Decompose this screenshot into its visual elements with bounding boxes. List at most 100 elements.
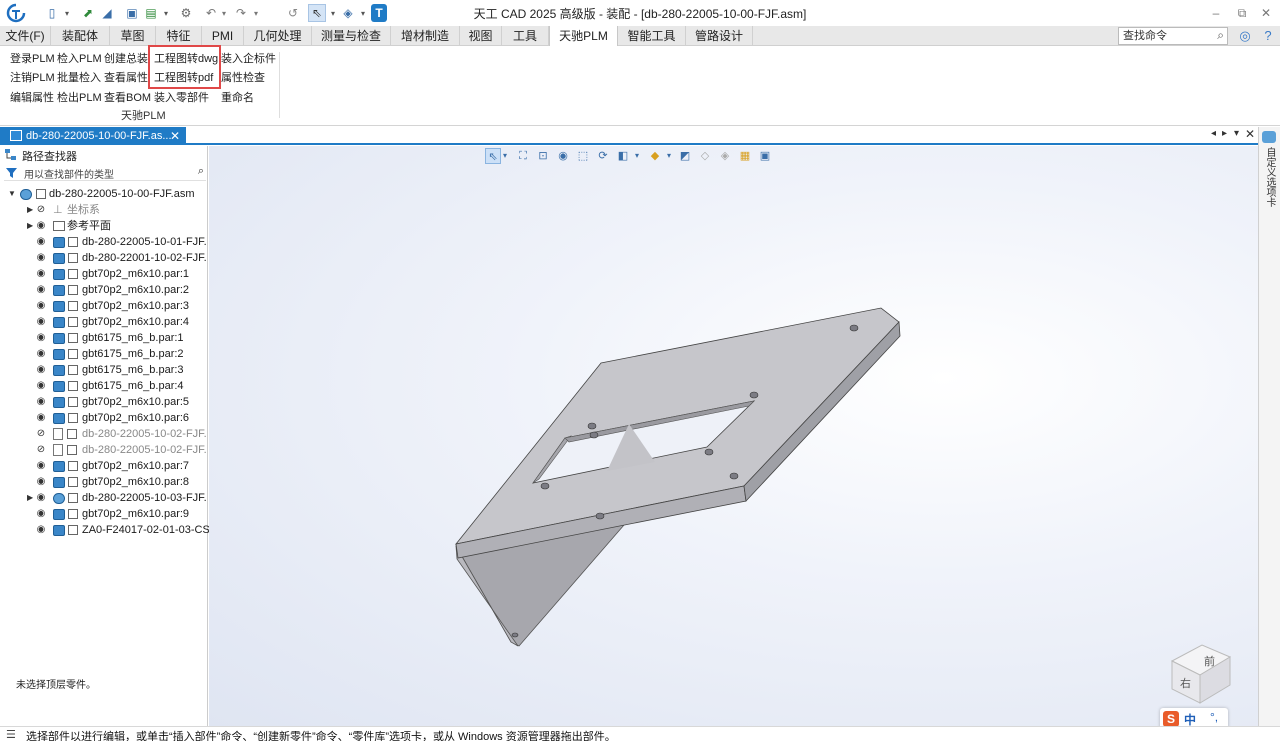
tree-item[interactable]: ◉ gbt70p2_m6x10.par:4 [0, 314, 208, 330]
tree-item[interactable]: ◉ gbt6175_m6_b.par:1 [0, 330, 208, 346]
tree-item[interactable]: ◉ gbt70p2_m6x10.par:7 [0, 458, 208, 474]
tree-item[interactable]: ◉ gbt70p2_m6x10.par:6 [0, 410, 208, 426]
command-search-input[interactable]: 查找命令 [1118, 27, 1228, 45]
tab-additive[interactable]: 增材制造 [391, 26, 460, 46]
view-bom-button[interactable]: 查看BOM [104, 90, 151, 106]
custom-tab-label[interactable]: 自定义选项卡 [1263, 147, 1277, 207]
tree-item[interactable]: ◉ gbt6175_m6_b.par:4 [0, 378, 208, 394]
visibility-eye-icon[interactable]: ◉ [35, 362, 47, 378]
tree-item[interactable]: ◉ gbt6175_m6_b.par:3 [0, 362, 208, 378]
visibility-eye-icon[interactable]: ◉ [35, 410, 47, 426]
tree-item[interactable]: ◉ gbt70p2_m6x10.par:9 [0, 506, 208, 522]
tree-item[interactable]: ▶ ⊘ ⊥ 坐标系 [0, 202, 208, 218]
document-tab[interactable]: db-280-22005-10-00-FJF.as... ✕ [0, 127, 186, 145]
search-icon[interactable]: ⌕ [1217, 28, 1224, 43]
visibility-eye-icon[interactable]: ◉ [35, 330, 47, 346]
tree-item[interactable]: ◉ gbt70p2_m6x10.par:3 [0, 298, 208, 314]
checkout-plm-button[interactable]: 检出PLM [57, 90, 102, 106]
tree-item[interactable]: ⊘ db-280-22005-10-02-FJF. [0, 442, 208, 458]
tab-feature[interactable]: 特征 [156, 26, 202, 46]
close-window-icon[interactable]: ✕ [1256, 4, 1276, 22]
restore-icon[interactable]: ⧉ [1232, 4, 1252, 22]
link-icon [36, 189, 46, 199]
help-search-icon[interactable]: ◎ [1236, 27, 1254, 45]
tab-tools[interactable]: 工具 [502, 26, 549, 46]
filter-input[interactable]: 用以查找部件的类型 [24, 166, 114, 181]
collapse-icon[interactable]: ▼ [8, 186, 16, 202]
property-check-button[interactable]: 属性检查 [221, 70, 265, 86]
visibility-eye-icon[interactable]: ◉ [35, 282, 47, 298]
tree-item[interactable]: ◉ gbt70p2_m6x10.par:1 [0, 266, 208, 282]
tree-item-label: gbt70p2_m6x10.par:9 [82, 508, 190, 520]
help-icon[interactable]: ? [1259, 27, 1277, 45]
close-all-icon[interactable]: ✕ [1245, 127, 1255, 141]
tree-item[interactable]: ◉ gbt6175_m6_b.par:2 [0, 346, 208, 362]
visibility-eye-icon[interactable]: ⊘ [35, 426, 47, 442]
visibility-eye-icon[interactable]: ◉ [35, 250, 47, 266]
assembly-tree: ▼ db-280-22005-10-00-FJF.asm ▶ ⊘ ⊥ 坐标系 ▶ ◉ 参考平… [0, 186, 210, 538]
tab-sketch[interactable]: 草图 [110, 26, 156, 46]
view-properties-button[interactable]: 查看属性 [104, 70, 148, 86]
tab-view[interactable]: 视图 [460, 26, 502, 46]
visibility-eye-icon[interactable]: ◉ [35, 346, 47, 362]
visibility-eye-icon[interactable]: ◉ [35, 458, 47, 474]
scroll-left-icon[interactable]: ◂ [1211, 128, 1216, 139]
visibility-eye-icon[interactable]: ◉ [35, 266, 47, 282]
tab-piping[interactable]: 管路设计 [686, 26, 753, 46]
visibility-eye-icon[interactable]: ◉ [35, 394, 47, 410]
visibility-eye-icon[interactable]: ◉ [35, 298, 47, 314]
view-cube[interactable]: 前 右 [1164, 633, 1238, 707]
filter-search-icon[interactable]: ⌕ [198, 165, 204, 178]
visibility-eye-icon[interactable]: ⊘ [35, 202, 47, 218]
assembly-model[interactable] [209, 146, 1258, 726]
tab-tianchi-plm[interactable]: 天驰PLM [549, 26, 618, 47]
tab-smart-tools[interactable]: 智能工具 [618, 26, 686, 46]
graphics-viewport[interactable]: ⇖ ▾ ⛶ ⊡ ◉ ⬚ ⟳ ◧ ▾ ◆ ▾ ◩ ◇ ◈ ▦ ▣ 前 右 [209, 146, 1258, 726]
visibility-eye-icon[interactable]: ◉ [35, 522, 47, 538]
close-tab-icon[interactable]: ✕ [170, 127, 180, 145]
tree-item[interactable]: ◉ gbt70p2_m6x10.par:8 [0, 474, 208, 490]
tree-item[interactable]: ▶ ◉ db-280-22005-10-03-FJF. [0, 490, 208, 506]
custom-tab-icon[interactable] [1262, 131, 1276, 143]
visibility-eye-icon[interactable]: ⊘ [35, 442, 47, 458]
tab-geometry[interactable]: 几何处理 [244, 26, 312, 46]
rename-button[interactable]: 重命名 [221, 90, 254, 106]
visibility-eye-icon[interactable]: ◉ [35, 506, 47, 522]
visibility-eye-icon[interactable]: ◉ [35, 378, 47, 394]
tab-pmi[interactable]: PMI [202, 26, 244, 46]
tab-assembly[interactable]: 装配体 [51, 26, 110, 46]
filter-row[interactable]: 用以查找部件的类型 ⌕ [4, 165, 206, 181]
tab-measure[interactable]: 测量与检查 [312, 26, 391, 46]
tab-file[interactable]: 文件(F) [0, 26, 51, 46]
visibility-eye-icon[interactable]: ◉ [35, 234, 47, 250]
minimize-icon[interactable]: – [1206, 4, 1226, 22]
filter-icon[interactable] [6, 168, 17, 179]
visibility-eye-icon[interactable]: ◉ [35, 474, 47, 490]
tree-item[interactable]: ◉ ZA0-F24017-02-01-03-CS [0, 522, 210, 538]
visibility-eye-icon[interactable]: ◉ [35, 218, 47, 234]
visibility-eye-icon[interactable]: ◉ [35, 490, 47, 506]
tree-item[interactable]: ◉ db-280-22005-10-01-FJF. [0, 234, 208, 250]
scroll-right-icon[interactable]: ▸ [1222, 128, 1227, 139]
login-plm-button[interactable]: 登录PLM [10, 51, 55, 67]
load-part-button[interactable]: 装入零部件 [154, 90, 209, 106]
logout-plm-button[interactable]: 注销PLM [10, 70, 55, 86]
expand-icon[interactable]: ▶ [27, 218, 35, 234]
tree-item[interactable]: ◉ gbt70p2_m6x10.par:2 [0, 282, 208, 298]
tab-list-icon[interactable]: ▾ [1234, 128, 1239, 139]
tree-item[interactable]: ▶ ◉ 参考平面 [0, 218, 208, 234]
edit-properties-button[interactable]: 编辑属性 [10, 90, 54, 106]
tree-item[interactable]: ◉ db-280-22001-10-02-FJF. [0, 250, 208, 266]
create-assembly-button[interactable]: 创建总装 [104, 51, 148, 67]
tree-item[interactable]: ⊘ db-280-22005-10-02-FJF. [0, 426, 208, 442]
batch-checkin-button[interactable]: 批量检入 [57, 70, 101, 86]
tree-root-label: db-280-22005-10-00-FJF.asm [49, 188, 195, 200]
load-standard-part-button[interactable]: 装入企标件 [221, 51, 276, 67]
checkin-plm-button[interactable]: 检入PLM [57, 51, 102, 67]
status-menu-icon[interactable]: ☰ [6, 728, 16, 741]
expand-icon[interactable]: ▶ [27, 490, 35, 506]
visibility-eye-icon[interactable]: ◉ [35, 314, 47, 330]
expand-icon[interactable]: ▶ [27, 202, 35, 218]
tree-item[interactable]: ◉ gbt70p2_m6x10.par:5 [0, 394, 208, 410]
tree-root[interactable]: ▼ db-280-22005-10-00-FJF.asm [0, 186, 208, 202]
